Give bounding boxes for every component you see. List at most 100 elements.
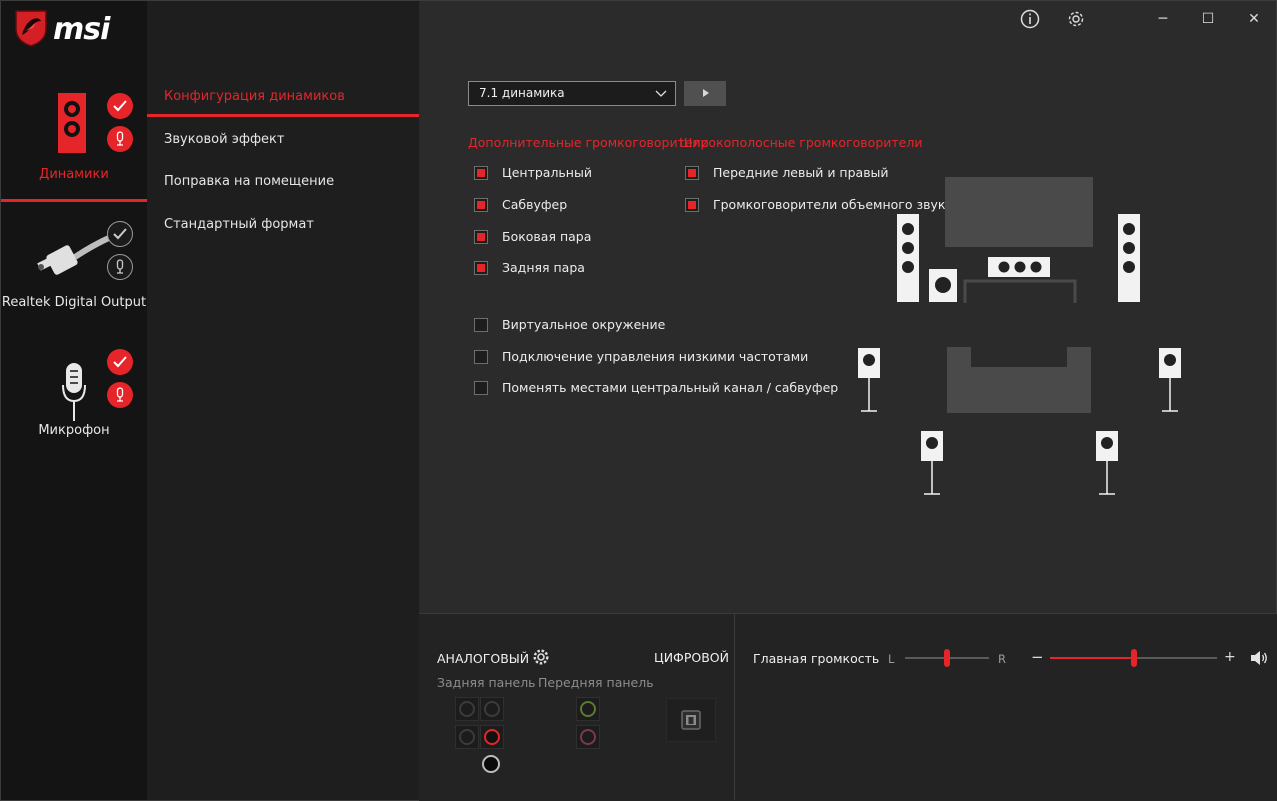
front-right-speaker[interactable] (1118, 214, 1140, 302)
default-device-badge[interactable] (107, 93, 133, 119)
check-icon (113, 228, 127, 240)
rear-panel-label: Задняя панель (437, 675, 536, 690)
microphone-small-icon (116, 131, 124, 146)
rear-jack[interactable] (480, 697, 504, 721)
default-device-badge[interactable] (107, 349, 133, 375)
mute-button[interactable] (1250, 650, 1268, 666)
balance-right-label: R (998, 652, 1006, 666)
close-button[interactable]: ✕ (1244, 9, 1264, 29)
swap-center-sub-checkbox[interactable] (474, 381, 488, 395)
side-right-speaker[interactable] (1159, 348, 1181, 412)
subwoofer-label: Сабвуфер (502, 197, 568, 212)
device-label: Микрофон (38, 423, 110, 438)
rear-jack-extra[interactable] (480, 753, 504, 777)
info-button[interactable] (1020, 9, 1040, 29)
front-left-speaker[interactable] (897, 214, 919, 302)
optical-port-icon (681, 710, 701, 730)
rear-left-speaker[interactable] (921, 431, 943, 495)
front-jack-headphone[interactable] (576, 697, 600, 721)
rear-jack[interactable] (455, 725, 479, 749)
front-jack-mic[interactable] (576, 725, 600, 749)
volume-plus-button[interactable]: + (1224, 649, 1236, 665)
speaker-config-value: 7.1 динамика (479, 86, 565, 100)
app-window: msi Динамики Realtek Digital Output Микр… (0, 0, 1277, 801)
active-menu-indicator (147, 114, 419, 117)
analog-title: АНАЛОГОВЫЙ (437, 651, 530, 666)
microphone-small-icon (116, 259, 124, 274)
menu-item-room-correction[interactable]: Поправка на помещение (164, 174, 334, 189)
side-pair-checkbox[interactable] (474, 230, 488, 244)
rear-pair-checkbox[interactable] (474, 261, 488, 275)
default-comm-badge[interactable] (107, 382, 133, 408)
speaker-icon (58, 93, 86, 153)
active-device-indicator (1, 199, 147, 202)
msi-logo: msi (13, 9, 143, 47)
jack-port (484, 701, 500, 717)
rear-jack-active[interactable] (480, 725, 504, 749)
maximize-button[interactable]: ☐ (1198, 9, 1218, 29)
volume-slider-thumb[interactable] (1130, 649, 1137, 667)
bottom-panel (419, 613, 1277, 801)
minimize-button[interactable]: ─ (1153, 9, 1173, 29)
check-icon (113, 100, 127, 112)
tv-stand (963, 279, 1077, 303)
side-left-speaker[interactable] (858, 348, 880, 412)
default-comm-badge[interactable] (107, 126, 133, 152)
virtual-surround-checkbox[interactable] (474, 318, 488, 332)
digital-port-cell[interactable] (666, 698, 716, 742)
device-sidebar: msi Динамики Realtek Digital Output Микр… (1, 1, 147, 800)
speaker-volume-icon (1251, 651, 1267, 665)
gear-icon (533, 649, 549, 665)
balance-slider-thumb[interactable] (944, 649, 950, 667)
settings-menu: Конфигурация динамиков Звуковой эффект П… (147, 1, 419, 800)
bottom-divider (734, 614, 735, 800)
jack-port (580, 729, 596, 745)
chevron-down-icon (655, 82, 667, 113)
rear-jack[interactable] (455, 697, 479, 721)
connector-settings-button[interactable] (532, 648, 550, 666)
surround-checkbox[interactable] (685, 198, 699, 212)
subwoofer-speaker[interactable] (929, 269, 957, 302)
device-speakers[interactable]: Динамики (1, 81, 147, 201)
jack-port (459, 729, 475, 745)
microphone-icon (62, 363, 86, 421)
speaker-config-select[interactable]: 7.1 динамика (468, 81, 676, 106)
menu-item-sound-effect[interactable]: Звуковой эффект (164, 132, 284, 147)
digital-title: ЦИФРОВОЙ (654, 650, 729, 665)
front-lr-checkbox[interactable] (685, 166, 699, 180)
default-comm-badge[interactable] (107, 254, 133, 280)
device-digital-output[interactable]: Realtek Digital Output (1, 211, 147, 321)
bass-management-label: Подключение управления низкими частотами (502, 349, 809, 364)
volume-minus-button[interactable]: − (1031, 648, 1044, 666)
side-pair-label: Боковая пара (502, 229, 592, 244)
device-microphone[interactable]: Микрофон (1, 341, 147, 451)
default-device-badge[interactable] (107, 221, 133, 247)
virtual-surround-label: Виртуальное окружение (502, 317, 666, 332)
menu-item-default-format[interactable]: Стандартный формат (164, 217, 314, 232)
jack-port (484, 729, 500, 745)
device-label: Динамики (39, 167, 109, 182)
device-label: Realtek Digital Output (1, 295, 147, 310)
bass-management-checkbox[interactable] (474, 350, 488, 364)
balance-left-label: L (888, 652, 895, 666)
msi-shield-icon (15, 10, 47, 47)
front-panel-label: Передняя панель (538, 675, 654, 690)
center-label: Центральный (502, 165, 592, 180)
center-checkbox[interactable] (474, 166, 488, 180)
extra-speakers-title: Дополнительные громкоговорители (468, 135, 709, 150)
microphone-small-icon (116, 387, 124, 402)
volume-slider-fill (1050, 657, 1134, 659)
check-icon (113, 356, 127, 368)
master-volume-label: Главная громкость (753, 651, 880, 666)
tv-screen (945, 177, 1093, 247)
rear-right-speaker[interactable] (1096, 431, 1118, 495)
gear-icon (1068, 11, 1084, 27)
test-play-button[interactable] (684, 81, 726, 106)
jack-port (482, 755, 500, 773)
menu-item-speaker-config[interactable]: Конфигурация динамиков (164, 89, 345, 104)
settings-button[interactable] (1066, 9, 1086, 29)
center-speaker[interactable] (988, 257, 1050, 277)
subwoofer-checkbox[interactable] (474, 198, 488, 212)
logo-text: msi (53, 12, 110, 47)
info-icon (1020, 9, 1040, 29)
